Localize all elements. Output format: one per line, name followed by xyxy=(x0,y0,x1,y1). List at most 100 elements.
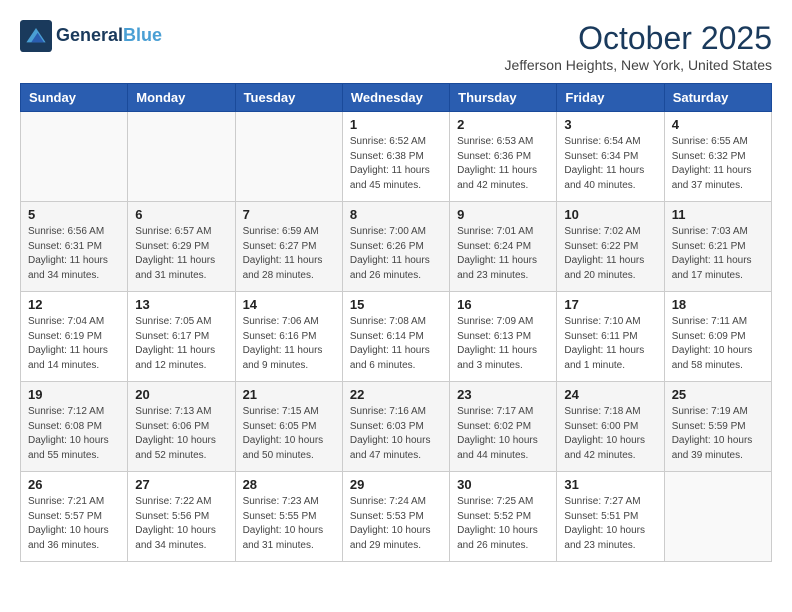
day-info: Sunrise: 7:04 AM Sunset: 6:19 PM Dayligh… xyxy=(28,315,120,373)
day-info: Sunrise: 6:53 AM Sunset: 6:36 PM Dayligh… xyxy=(457,135,549,193)
calendar-cell: 9 Sunrise: 7:01 AM Sunset: 6:24 PM Daylig… xyxy=(450,202,557,292)
day-info: Sunrise: 6:57 AM Sunset: 6:29 PM Dayligh… xyxy=(135,225,227,283)
calendar-cell: 15 Sunrise: 7:08 AM Sunset: 6:14 PM Dayli… xyxy=(342,292,449,382)
calendar-cell: 24 Sunrise: 7:18 AM Sunset: 6:00 PM Dayli… xyxy=(557,382,664,472)
calendar-cell: 19 Sunrise: 7:12 AM Sunset: 6:08 PM Dayli… xyxy=(21,382,128,472)
day-info: Sunrise: 7:02 AM Sunset: 6:22 PM Dayligh… xyxy=(564,225,656,283)
calendar-cell: 23 Sunrise: 7:17 AM Sunset: 6:02 PM Dayli… xyxy=(450,382,557,472)
day-info: Sunrise: 6:56 AM Sunset: 6:31 PM Dayligh… xyxy=(28,225,120,283)
calendar-cell: 12Sunrise: 7:04 AM Sunset: 6:19 PM Dayli… xyxy=(21,292,128,382)
page-header: GeneralBlue October 2025 Jefferson Heigh… xyxy=(20,20,772,73)
day-info: Sunrise: 7:11 AM Sunset: 6:09 PM Dayligh… xyxy=(672,315,764,373)
day-number: 24 xyxy=(564,387,656,402)
day-number: 18 xyxy=(672,297,764,312)
calendar-cell xyxy=(21,112,128,202)
calendar-cell: 28 Sunrise: 7:23 AM Sunset: 5:55 PM Dayli… xyxy=(235,472,342,562)
calendar-cell: 6 Sunrise: 6:57 AM Sunset: 6:29 PM Daylig… xyxy=(128,202,235,292)
calendar-cell xyxy=(235,112,342,202)
calendar-cell: 29 Sunrise: 7:24 AM Sunset: 5:53 PM Dayli… xyxy=(342,472,449,562)
month-title: October 2025 xyxy=(505,20,772,57)
calendar-cell: 26 Sunrise: 7:21 AM Sunset: 5:57 PM Dayli… xyxy=(21,472,128,562)
day-number: 22 xyxy=(350,387,442,402)
location-title: Jefferson Heights, New York, United Stat… xyxy=(505,57,772,73)
calendar-cell: 14 Sunrise: 7:06 AM Sunset: 6:16 PM Dayli… xyxy=(235,292,342,382)
day-info: Sunrise: 7:25 AM Sunset: 5:52 PM Dayligh… xyxy=(457,495,549,553)
calendar-cell: 3 Sunrise: 6:54 AM Sunset: 6:34 PM Daylig… xyxy=(557,112,664,202)
day-info: Sunrise: 7:22 AM Sunset: 5:56 PM Dayligh… xyxy=(135,495,227,553)
day-number: 16 xyxy=(457,297,549,312)
day-info: Sunrise: 7:09 AM Sunset: 6:13 PM Dayligh… xyxy=(457,315,549,373)
day-info: Sunrise: 7:17 AM Sunset: 6:02 PM Dayligh… xyxy=(457,405,549,463)
calendar-week-3: 12Sunrise: 7:04 AM Sunset: 6:19 PM Dayli… xyxy=(21,292,772,382)
calendar-cell: 25 Sunrise: 7:19 AM Sunset: 5:59 PM Dayli… xyxy=(664,382,771,472)
day-number: 23 xyxy=(457,387,549,402)
day-number: 3 xyxy=(564,117,656,132)
calendar-week-2: 5 Sunrise: 6:56 AM Sunset: 6:31 PM Daylig… xyxy=(21,202,772,292)
calendar-cell: 16 Sunrise: 7:09 AM Sunset: 6:13 PM Dayli… xyxy=(450,292,557,382)
day-info: Sunrise: 7:05 AM Sunset: 6:17 PM Dayligh… xyxy=(135,315,227,373)
weekday-header-row: SundayMondayTuesdayWednesdayThursdayFrid… xyxy=(21,84,772,112)
day-info: Sunrise: 7:01 AM Sunset: 6:24 PM Dayligh… xyxy=(457,225,549,283)
day-info: Sunrise: 7:21 AM Sunset: 5:57 PM Dayligh… xyxy=(28,495,120,553)
day-info: Sunrise: 7:00 AM Sunset: 6:26 PM Dayligh… xyxy=(350,225,442,283)
day-number: 4 xyxy=(672,117,764,132)
calendar-cell: 10 Sunrise: 7:02 AM Sunset: 6:22 PM Dayli… xyxy=(557,202,664,292)
day-info: Sunrise: 7:10 AM Sunset: 6:11 PM Dayligh… xyxy=(564,315,656,373)
day-number: 14 xyxy=(243,297,335,312)
weekday-header-thursday: Thursday xyxy=(450,84,557,112)
day-number: 10 xyxy=(564,207,656,222)
day-number: 27 xyxy=(135,477,227,492)
day-info: Sunrise: 6:52 AM Sunset: 6:38 PM Dayligh… xyxy=(350,135,442,193)
day-number: 31 xyxy=(564,477,656,492)
day-number: 5 xyxy=(28,207,120,222)
calendar-week-4: 19 Sunrise: 7:12 AM Sunset: 6:08 PM Dayli… xyxy=(21,382,772,472)
calendar-cell: 4 Sunrise: 6:55 AM Sunset: 6:32 PM Daylig… xyxy=(664,112,771,202)
day-info: Sunrise: 6:54 AM Sunset: 6:34 PM Dayligh… xyxy=(564,135,656,193)
day-info: Sunrise: 7:19 AM Sunset: 5:59 PM Dayligh… xyxy=(672,405,764,463)
day-info: Sunrise: 7:18 AM Sunset: 6:00 PM Dayligh… xyxy=(564,405,656,463)
calendar-cell: 8Sunrise: 7:00 AM Sunset: 6:26 PM Daylig… xyxy=(342,202,449,292)
calendar-cell: 1Sunrise: 6:52 AM Sunset: 6:38 PM Daylig… xyxy=(342,112,449,202)
day-number: 29 xyxy=(350,477,442,492)
weekday-header-wednesday: Wednesday xyxy=(342,84,449,112)
day-info: Sunrise: 7:12 AM Sunset: 6:08 PM Dayligh… xyxy=(28,405,120,463)
calendar-cell xyxy=(128,112,235,202)
calendar-cell: 5 Sunrise: 6:56 AM Sunset: 6:31 PM Daylig… xyxy=(21,202,128,292)
day-number: 6 xyxy=(135,207,227,222)
logo: GeneralBlue xyxy=(20,20,162,52)
day-info: Sunrise: 7:13 AM Sunset: 6:06 PM Dayligh… xyxy=(135,405,227,463)
day-info: Sunrise: 7:23 AM Sunset: 5:55 PM Dayligh… xyxy=(243,495,335,553)
day-info: Sunrise: 6:55 AM Sunset: 6:32 PM Dayligh… xyxy=(672,135,764,193)
day-info: Sunrise: 6:59 AM Sunset: 6:27 PM Dayligh… xyxy=(243,225,335,283)
calendar-week-5: 26 Sunrise: 7:21 AM Sunset: 5:57 PM Dayli… xyxy=(21,472,772,562)
weekday-header-tuesday: Tuesday xyxy=(235,84,342,112)
day-number: 20 xyxy=(135,387,227,402)
title-block: October 2025 Jefferson Heights, New York… xyxy=(505,20,772,73)
day-number: 2 xyxy=(457,117,549,132)
day-number: 13 xyxy=(135,297,227,312)
day-info: Sunrise: 7:24 AM Sunset: 5:53 PM Dayligh… xyxy=(350,495,442,553)
logo-text: GeneralBlue xyxy=(56,26,162,46)
day-number: 26 xyxy=(28,477,120,492)
calendar-cell: 22Sunrise: 7:16 AM Sunset: 6:03 PM Dayli… xyxy=(342,382,449,472)
day-number: 11 xyxy=(672,207,764,222)
day-info: Sunrise: 7:27 AM Sunset: 5:51 PM Dayligh… xyxy=(564,495,656,553)
day-number: 15 xyxy=(350,297,442,312)
day-number: 7 xyxy=(243,207,335,222)
day-info: Sunrise: 7:15 AM Sunset: 6:05 PM Dayligh… xyxy=(243,405,335,463)
day-number: 19 xyxy=(28,387,120,402)
day-number: 9 xyxy=(457,207,549,222)
calendar-header: SundayMondayTuesdayWednesdayThursdayFrid… xyxy=(21,84,772,112)
calendar-cell: 17Sunrise: 7:10 AM Sunset: 6:11 PM Dayli… xyxy=(557,292,664,382)
day-number: 25 xyxy=(672,387,764,402)
day-number: 21 xyxy=(243,387,335,402)
day-info: Sunrise: 7:06 AM Sunset: 6:16 PM Dayligh… xyxy=(243,315,335,373)
calendar-cell: 13 Sunrise: 7:05 AM Sunset: 6:17 PM Dayli… xyxy=(128,292,235,382)
calendar-cell: 21 Sunrise: 7:15 AM Sunset: 6:05 PM Dayli… xyxy=(235,382,342,472)
weekday-header-saturday: Saturday xyxy=(664,84,771,112)
day-number: 30 xyxy=(457,477,549,492)
calendar-cell: 27 Sunrise: 7:22 AM Sunset: 5:56 PM Dayli… xyxy=(128,472,235,562)
day-number: 28 xyxy=(243,477,335,492)
calendar-cell: 20 Sunrise: 7:13 AM Sunset: 6:06 PM Dayli… xyxy=(128,382,235,472)
day-info: Sunrise: 7:08 AM Sunset: 6:14 PM Dayligh… xyxy=(350,315,442,373)
